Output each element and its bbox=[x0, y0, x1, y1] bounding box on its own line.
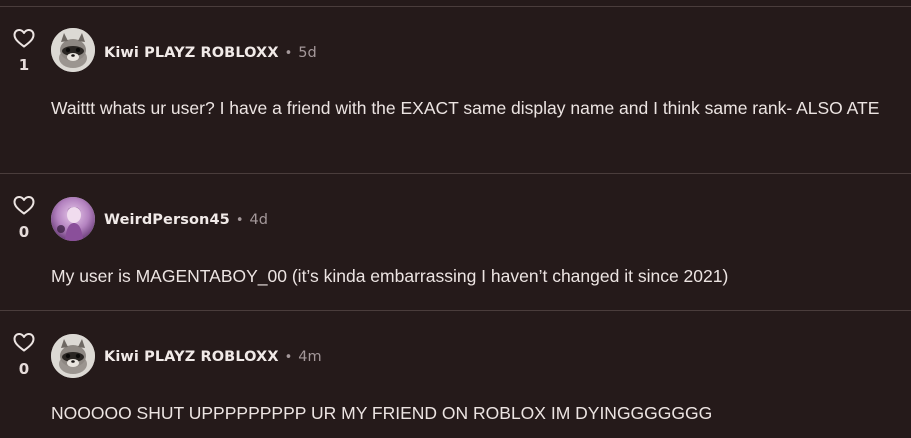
comment-meta: WeirdPerson45 • 4d bbox=[104, 209, 268, 229]
timestamp[interactable]: 4m bbox=[298, 349, 321, 365]
comment-meta: Kiwi PLAYZ ROBLOXX • 5d bbox=[104, 42, 317, 62]
timestamp[interactable]: 4d bbox=[250, 212, 268, 228]
comment-text: Waittt whats ur user? I have a friend wi… bbox=[51, 98, 880, 118]
meta-separator: • bbox=[284, 46, 293, 61]
username[interactable]: Kiwi PLAYZ ROBLOXX bbox=[104, 349, 279, 365]
comment-text: My user is MAGENTABOY_00 (it’s kinda emb… bbox=[51, 266, 729, 286]
heart-outline-icon[interactable] bbox=[10, 330, 38, 354]
timestamp[interactable]: 5d bbox=[298, 45, 316, 61]
like-count: 0 bbox=[18, 360, 30, 378]
like-control: 0 bbox=[10, 330, 38, 378]
comment: 0 WeirdPerson45 • 4d My user is MAGENTABOY… bbox=[0, 173, 911, 310]
comment: 0 Kiwi PLAYZ ROBLOXX • 4m NOOOOO SHUT UPPP… bbox=[0, 310, 911, 438]
username[interactable]: Kiwi PLAYZ ROBLOXX bbox=[104, 45, 279, 61]
comment: 1 Kiwi PLAYZ ROBLOXX • 5d Waittt whats ur … bbox=[0, 6, 911, 172]
comment-meta: Kiwi PLAYZ ROBLOXX • 4m bbox=[104, 346, 322, 366]
like-control: 1 bbox=[10, 26, 38, 74]
like-count: 1 bbox=[18, 56, 30, 74]
comment-text: NOOOOO SHUT UPPPPPPPPP UR MY FRIEND ON R… bbox=[51, 403, 713, 423]
like-control: 0 bbox=[10, 193, 38, 241]
meta-separator: • bbox=[284, 350, 293, 365]
raccoon-avatar[interactable] bbox=[51, 334, 95, 378]
raccoon-avatar[interactable] bbox=[51, 28, 95, 72]
heart-outline-icon[interactable] bbox=[10, 26, 38, 50]
purple-character-avatar[interactable] bbox=[51, 197, 95, 241]
like-count: 0 bbox=[18, 223, 30, 241]
username[interactable]: WeirdPerson45 bbox=[104, 212, 230, 228]
meta-separator: • bbox=[235, 213, 244, 228]
heart-outline-icon[interactable] bbox=[10, 193, 38, 217]
